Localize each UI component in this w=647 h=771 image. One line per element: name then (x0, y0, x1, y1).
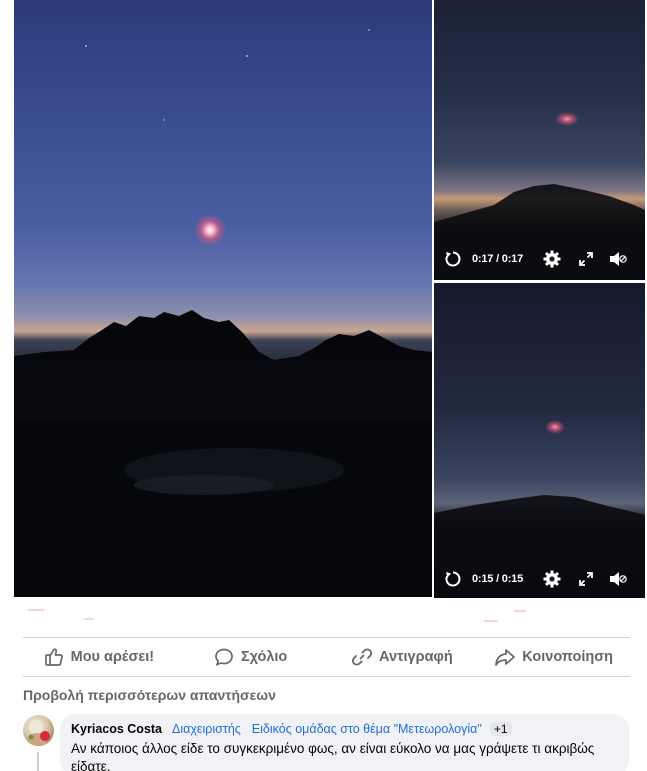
video-time: 0:17 / 0:17 (472, 253, 524, 265)
post-action-bar: Μου αρέσει! Σχόλιο Αντιγραφή Κοινοποίηση (23, 638, 630, 675)
share-arrow-icon (495, 648, 516, 666)
comment-text: Αν κάποιος άλλος είδε το συγκεκριμένο φω… (71, 741, 595, 771)
share-button[interactable]: Κοινοποίηση (478, 638, 630, 675)
replay-icon[interactable] (442, 568, 464, 590)
comment-label: Σχόλιο (240, 648, 288, 665)
video-frame (434, 420, 645, 598)
video-controls: 0:17 / 0:17 (434, 246, 645, 272)
comment-header: Kyriacos Costa Διαχειριστής Ειδικός ομάδ… (71, 721, 618, 737)
expand-icon[interactable] (575, 568, 597, 590)
expand-icon[interactable] (575, 248, 597, 270)
link-icon (352, 647, 373, 666)
comment-bubble-icon (215, 648, 233, 666)
video-controls: 0:15 / 0:15 (434, 566, 645, 592)
more-badges-count[interactable]: +1 (489, 722, 512, 736)
thumbs-up-icon (44, 647, 63, 666)
comment-author[interactable]: Kyriacos Costa (71, 722, 162, 736)
copy-link-button[interactable]: Αντιγραφή (327, 638, 479, 675)
comment-bubble: Kyriacos Costa Διαχειριστής Ειδικός ομάδ… (60, 714, 629, 771)
share-label: Κοινοποίηση (522, 648, 613, 665)
volume-muted-icon[interactable] (607, 248, 629, 270)
video-player-1[interactable]: 0:17 / 0:17 (434, 0, 645, 280)
gear-icon[interactable] (541, 568, 563, 590)
admin-badge[interactable]: Διαχειριστής (172, 722, 241, 736)
media-caption-strip (14, 606, 640, 626)
like-button[interactable]: Μου αρέσει! (23, 638, 175, 675)
expert-badge[interactable]: Ειδικός ομάδας στο θέμα "Μετεωρολογία" (252, 722, 482, 736)
comment-button[interactable]: Σχόλιο (175, 638, 327, 675)
replay-icon[interactable] (442, 248, 464, 270)
copy-label: Αντιγραφή (379, 648, 453, 665)
divider (23, 676, 630, 677)
faint-mark (514, 610, 526, 612)
like-label: Μου αρέσει! (70, 648, 155, 665)
view-more-replies-link[interactable]: Προβολή περισσότερων απαντήσεων (23, 687, 276, 703)
night-sky-scene (14, 29, 432, 597)
volume-muted-icon[interactable] (607, 568, 629, 590)
avatar-image (27, 720, 50, 746)
faint-mark (484, 620, 498, 622)
avatar[interactable] (23, 715, 54, 746)
faint-mark (84, 618, 94, 620)
video-frame (434, 112, 645, 280)
reply-thread-line (37, 752, 39, 771)
video-time: 0:15 / 0:15 (472, 573, 524, 585)
faint-mark (28, 609, 44, 611)
video-player-2[interactable]: 0:15 / 0:15 (434, 283, 645, 598)
glowing-light (194, 214, 226, 246)
comment: Kyriacos Costa Διαχειριστής Ειδικός ομάδ… (23, 714, 633, 771)
gear-icon[interactable] (541, 248, 563, 270)
main-photo[interactable] (14, 0, 432, 597)
